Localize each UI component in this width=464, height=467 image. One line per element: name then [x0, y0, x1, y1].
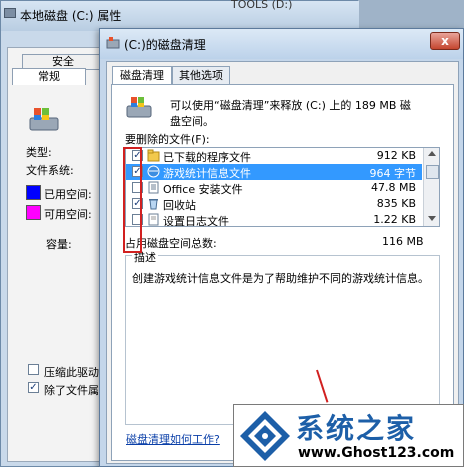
file-name: 设置日志文件	[163, 215, 229, 227]
intro-text-line1: 可以使用“磁盘清理”来释放 (C:) 上的 189 MB 磁	[170, 99, 411, 112]
file-name: 回收站	[163, 199, 196, 212]
description-groupbox: 描述 创建游戏统计信息文件是为了帮助维护不同的游戏统计信息。	[125, 249, 440, 425]
back-window-title: 本地磁盘 (C:) 属性	[20, 9, 122, 23]
recycle-bin-icon	[149, 199, 158, 210]
drive-icon	[4, 8, 16, 18]
file-size: 835 KB	[376, 197, 416, 210]
back-window-title-right: TOOLS (D:)	[231, 0, 293, 11]
dialog-title: (C:)的磁盘清理	[124, 38, 206, 52]
file-size: 47.8 MB	[370, 181, 416, 194]
close-icon: x	[441, 34, 449, 48]
tab-more-options[interactable]: 其他选项	[172, 66, 230, 86]
disk-cleanup-icon	[126, 97, 152, 118]
annotation-red-frame	[123, 147, 142, 253]
watermark-logo-icon	[240, 411, 290, 461]
file-list-scrollbar[interactable]	[423, 148, 439, 226]
free-space-label: 可用空间:	[44, 208, 92, 221]
file-name: 游戏统计信息文件	[163, 167, 251, 180]
scroll-thumb[interactable]	[426, 165, 439, 179]
watermark-title: 系统之家	[296, 412, 417, 445]
log-file-icon	[148, 213, 159, 226]
index-checkbox[interactable]: ✓	[28, 382, 39, 393]
compress-checkbox[interactable]	[28, 364, 39, 375]
file-name: 已下载的程序文件	[163, 151, 251, 164]
type-label: 类型:	[26, 146, 52, 159]
folder-icon	[147, 149, 160, 162]
file-row[interactable]: ✓ 回收站 835 KB	[126, 196, 422, 212]
intro-text-line2: 盘空间。	[170, 115, 214, 128]
watermark-url: www.Ghost123.com	[298, 445, 455, 461]
filesystem-label: 文件系统:	[26, 164, 74, 177]
disk-cleanup-dialog: (C:)的磁盘清理 x 磁盘清理 其他选项 可以使用“磁盘清理”来释放 (C:)…	[99, 28, 464, 467]
capacity-label: 容量:	[46, 238, 72, 251]
index-label: 除了文件属	[44, 384, 99, 397]
close-button[interactable]: x	[430, 32, 460, 50]
files-to-delete-list[interactable]: ✓ 已下载的程序文件 912 KB ✓ 游戏统计信息文件 964 字节 Offi…	[125, 147, 440, 227]
disk-cleanup-title-icon	[106, 37, 120, 49]
help-link[interactable]: 磁盘清理如何工作?	[126, 431, 220, 447]
file-row[interactable]: ✓ 已下载的程序文件 912 KB	[126, 148, 422, 164]
description-text: 创建游戏统计信息文件是为了帮助维护不同的游戏统计信息。	[132, 272, 429, 285]
scroll-down-icon[interactable]	[428, 216, 436, 221]
document-icon	[148, 181, 159, 194]
dialog-titlebar: (C:)的磁盘清理 x	[100, 29, 463, 59]
file-row[interactable]: 设置日志文件 1.22 KB	[126, 212, 422, 227]
back-window-titlebar: 本地磁盘 (C:) 属性 TOOLS (D:)	[1, 0, 359, 31]
total-space-value: 116 MB	[382, 235, 424, 248]
free-space-swatch	[26, 205, 41, 220]
watermark-logo-box: 系统之家 www.Ghost123.com	[233, 404, 464, 467]
used-space-label: 已用空间:	[44, 188, 92, 201]
used-space-swatch	[26, 185, 41, 200]
compress-label: 压缩此驱动	[44, 366, 99, 379]
file-size: 912 KB	[376, 149, 416, 162]
files-to-delete-label: 要删除的文件(F):	[125, 133, 210, 146]
file-size: 1.22 KB	[373, 213, 416, 226]
game-globe-icon	[147, 165, 160, 178]
file-size: 964 字节	[369, 167, 417, 180]
tab-general[interactable]: 常规	[12, 68, 86, 85]
file-row-selected[interactable]: ✓ 游戏统计信息文件 964 字节	[126, 164, 422, 180]
scroll-up-icon[interactable]	[428, 151, 436, 156]
file-name: Office 安装文件	[163, 183, 243, 196]
windows-drive-icon	[29, 108, 59, 131]
file-row[interactable]: Office 安装文件 47.8 MB	[126, 180, 422, 196]
